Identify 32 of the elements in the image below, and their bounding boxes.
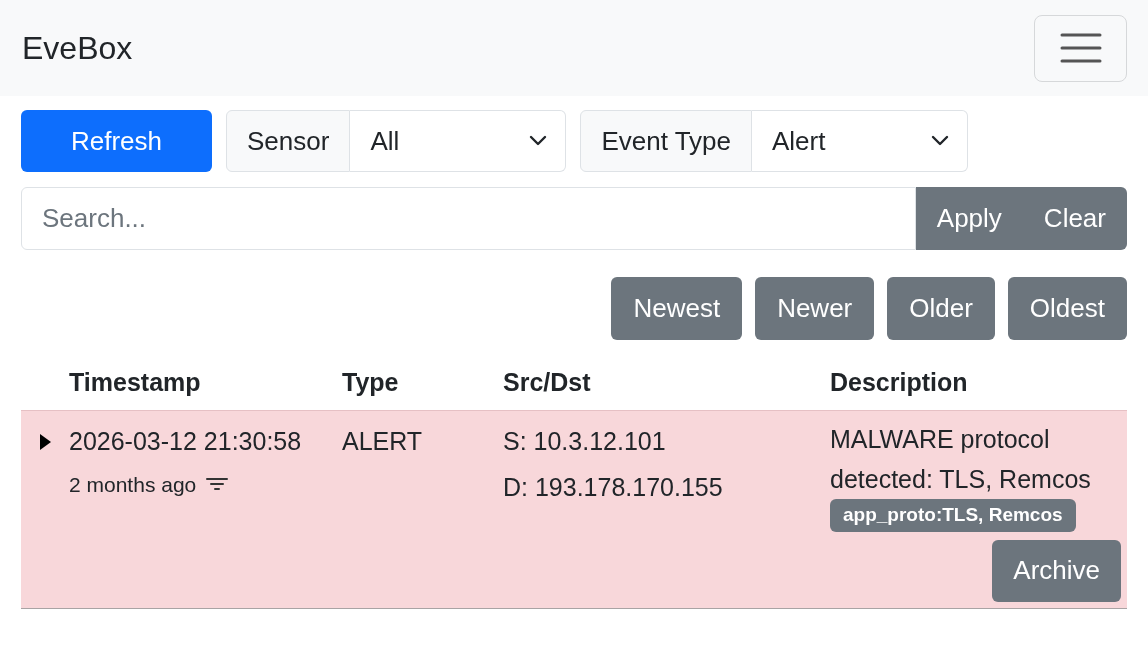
destination-address: D: 193.178.170.155 (503, 471, 724, 503)
menu-icon (1059, 32, 1102, 64)
caret-right-icon[interactable] (38, 434, 52, 450)
relative-time: 2 months ago (69, 471, 197, 498)
filter-label: Sensor (226, 110, 351, 172)
column-header: Timestamp (69, 368, 201, 396)
filter-select[interactable]: All (350, 110, 567, 172)
source-address: S: 10.3.12.101 (503, 426, 667, 457)
event-type: ALERT (342, 427, 423, 455)
timestamp: 2026-03-12 21:30:58 (69, 426, 303, 457)
search-field[interactable]: Search... (21, 187, 916, 250)
column-header: Description (830, 368, 968, 396)
column-header: Type (342, 368, 399, 396)
menu-button[interactable] (1034, 14, 1127, 82)
chevron-down-icon (931, 135, 949, 147)
filter-select[interactable]: Alert (752, 110, 968, 172)
pager-button[interactable]: Older (887, 277, 995, 340)
search-action-button[interactable]: Clear (1022, 187, 1127, 250)
pager-button[interactable]: Newer (755, 277, 875, 340)
alert-row[interactable]: 2026-03-12 21:30:58 2 months ago ALERT S: 10.3.12.101 D: 193.178.170.155 MALWARE protocol detected: TLS, Remcos app_proto:TLS, Remcos Archive (21, 410, 1127, 609)
column-header: Src/Dst (503, 368, 591, 396)
filter-label: Event Type (580, 110, 752, 172)
refresh-button[interactable]: Refresh (21, 110, 212, 172)
brand-title: EveBox (22, 29, 133, 68)
archive-button[interactable]: Archive (992, 539, 1121, 602)
pager-button[interactable]: Oldest (1007, 277, 1127, 340)
chevron-down-icon (529, 135, 548, 147)
tag-badge: app_proto:TLS, Remcos (830, 499, 1076, 532)
filter-icon[interactable] (206, 476, 229, 493)
search-action-button[interactable]: Apply (915, 187, 1023, 250)
alert-description: MALWARE protocol detected: TLS, Remcos (830, 424, 1092, 495)
pager-button[interactable]: Newest (611, 277, 743, 340)
